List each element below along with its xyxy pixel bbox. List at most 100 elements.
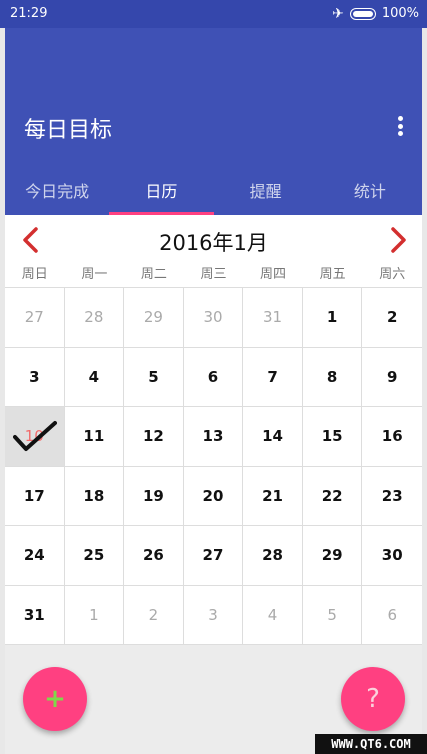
- day-cell[interactable]: 3: [5, 347, 65, 407]
- day-number: 20: [202, 486, 224, 505]
- day-cell[interactable]: 27: [5, 288, 65, 348]
- watermark: WWW.QT6.COM: [315, 734, 427, 754]
- weekday-row: 周日 周一 周二 周三 周四 周五 周六: [5, 263, 422, 285]
- day-number: 23: [381, 486, 403, 505]
- day-number: 3: [29, 367, 40, 386]
- day-cell[interactable]: 24: [5, 526, 65, 586]
- day-cell[interactable]: 22: [302, 466, 363, 526]
- day-number: 26: [142, 546, 164, 565]
- day-cell[interactable]: 18: [64, 466, 125, 526]
- day-cell[interactable]: 4: [64, 347, 125, 407]
- day-number: 22: [321, 486, 343, 505]
- day-number: 1: [89, 605, 99, 624]
- day-cell[interactable]: 28: [64, 288, 125, 348]
- day-cell[interactable]: 21: [243, 466, 303, 526]
- day-number: 6: [207, 367, 219, 386]
- day-number: 28: [262, 546, 283, 565]
- day-cell[interactable]: 11: [64, 407, 125, 467]
- weekday-label: 周一: [81, 267, 108, 282]
- day-number: 14: [262, 427, 283, 446]
- day-cell[interactable]: 31: [5, 585, 65, 645]
- weekday-label: 周三: [200, 267, 227, 282]
- day-cell[interactable]: 4: [243, 585, 303, 645]
- more-vert-icon[interactable]: [392, 114, 408, 138]
- day-number: 31: [263, 308, 283, 327]
- day-cell[interactable]: 3: [183, 585, 244, 645]
- day-cell[interactable]: 1: [302, 288, 363, 348]
- day-number: 31: [23, 605, 45, 624]
- tab-0[interactable]: 今日完成: [5, 168, 109, 215]
- weekday-label: 周四: [260, 267, 287, 282]
- day-cell[interactable]: 5: [302, 585, 363, 645]
- day-cell[interactable]: 27: [183, 526, 244, 586]
- day-cell[interactable]: 26: [124, 526, 184, 586]
- status-icons: ✈ 100%: [332, 6, 419, 21]
- tab-bar: 今日完成 日历 提醒 统计: [5, 168, 422, 215]
- day-cell[interactable]: 19: [124, 466, 184, 526]
- day-number: 8: [326, 367, 338, 386]
- day-number: 5: [327, 605, 337, 624]
- day-cell[interactable]: 2: [124, 585, 184, 645]
- day-number: 16: [381, 427, 403, 446]
- weekday-label: 周日: [21, 267, 48, 282]
- day-cell[interactable]: 7: [243, 347, 303, 407]
- day-number: 4: [88, 367, 100, 386]
- day-cell[interactable]: 14: [243, 407, 303, 467]
- day-cell[interactable]: 23: [362, 467, 422, 526]
- battery-icon: [349, 7, 376, 20]
- app-bar: 每日目标 今日完成 日历 提醒 统计: [5, 28, 422, 215]
- day-cell[interactable]: 30: [183, 288, 244, 348]
- day-cell[interactable]: 30: [362, 526, 422, 586]
- day-cell[interactable]: 8: [302, 347, 363, 407]
- add-goal-button[interactable]: +: [23, 667, 87, 731]
- day-number: 29: [143, 308, 163, 327]
- day-number: 12: [142, 427, 164, 446]
- app-title: 每日目标: [24, 118, 113, 143]
- day-cell[interactable]: 2: [362, 288, 422, 348]
- tab-3[interactable]: 统计: [318, 168, 422, 215]
- day-number: 19: [142, 486, 164, 505]
- day-number: 4: [267, 605, 278, 624]
- day-cell[interactable]: 13: [183, 407, 244, 467]
- checkmark-icon: [13, 421, 57, 451]
- day-cell[interactable]: 25: [64, 526, 125, 586]
- day-cell[interactable]: 6: [183, 347, 244, 407]
- tab-1[interactable]: 日历: [109, 168, 214, 215]
- day-cell[interactable]: 9: [362, 348, 422, 407]
- calendar-panel: 2016年1月 周日 周一 周二 周三 周四 周五 周六 27 28 29 30 31 1 2 3 4 5 6 7…: [5, 215, 422, 754]
- day-number: 1: [326, 308, 338, 327]
- tab-2[interactable]: 提醒: [214, 168, 318, 215]
- day-cell[interactable]: 17: [5, 466, 65, 526]
- day-cell[interactable]: 6: [362, 586, 422, 645]
- day-number: 9: [386, 367, 398, 386]
- day-number: 29: [321, 546, 343, 565]
- day-cell[interactable]: 12: [124, 407, 184, 467]
- day-cell[interactable]: 15: [302, 407, 363, 467]
- day-number: 17: [23, 486, 45, 505]
- day-cell[interactable]: 5: [124, 347, 184, 407]
- day-number: 28: [84, 308, 104, 327]
- day-number: 5: [148, 367, 159, 386]
- help-button[interactable]: ?: [341, 667, 405, 731]
- day-cell[interactable]: 29: [302, 526, 363, 586]
- day-number: 25: [83, 546, 105, 565]
- day-number: 27: [24, 308, 44, 327]
- chevron-right-icon[interactable]: [386, 225, 410, 255]
- month-title: 2016年1月: [159, 231, 268, 255]
- day-number: 18: [83, 486, 105, 505]
- day-cell[interactable]: 29: [124, 288, 184, 348]
- day-number: 6: [387, 605, 397, 624]
- calendar-header: 2016年1月: [5, 215, 422, 265]
- day-number: 27: [202, 546, 224, 565]
- calendar-grid: 27 28 29 30 31 1 2 3 4 5 6 7 8 9 10 11 12 13 14 15 16 17 18 19 2…: [5, 287, 422, 645]
- day-cell[interactable]: 28: [243, 526, 303, 586]
- day-number: 21: [262, 486, 283, 505]
- day-cell[interactable]: 31: [243, 288, 303, 348]
- day-cell[interactable]: 20: [183, 466, 244, 526]
- day-number: 2: [386, 308, 398, 327]
- day-number: 3: [208, 605, 218, 624]
- day-cell[interactable]: 16: [362, 407, 422, 467]
- day-cell[interactable]: 1: [64, 585, 125, 645]
- day-cell[interactable]: 10: [5, 407, 65, 467]
- day-number: 11: [83, 427, 105, 446]
